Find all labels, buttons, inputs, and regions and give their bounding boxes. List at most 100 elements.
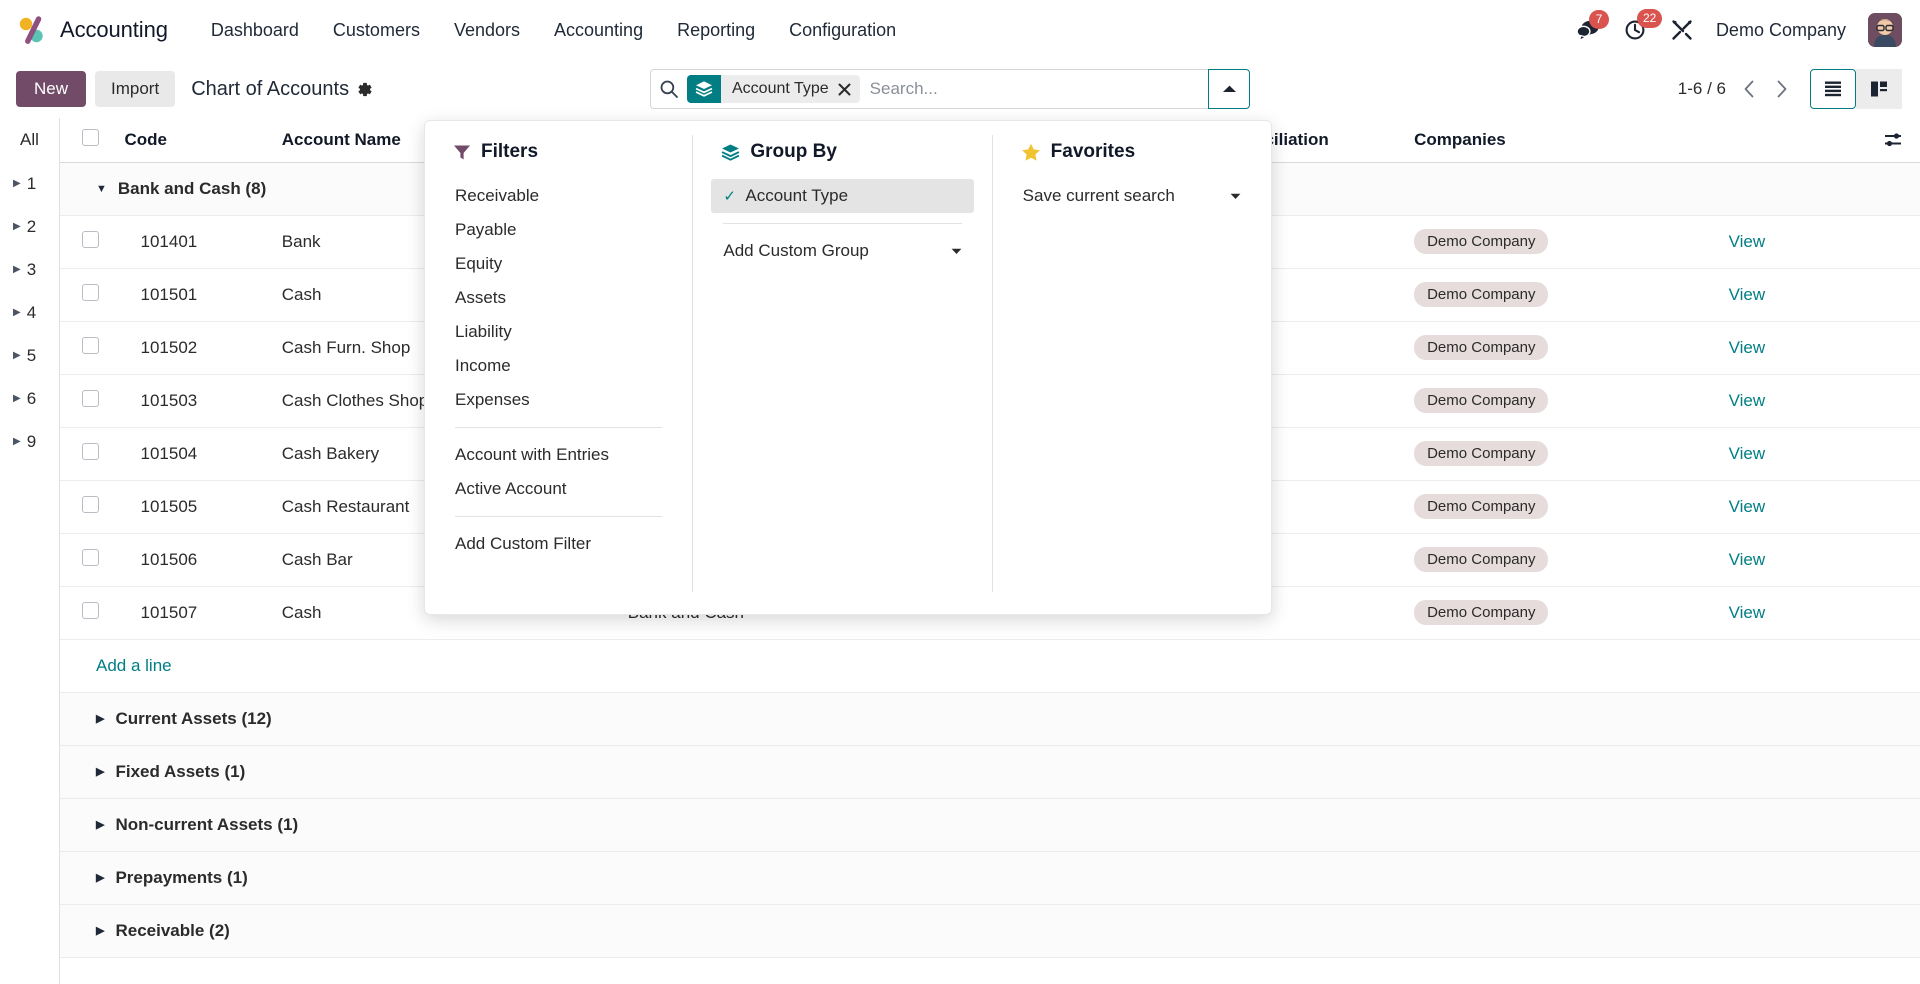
search-input[interactable] <box>868 79 1200 99</box>
import-button[interactable]: Import <box>95 71 175 107</box>
sidebar-item-all[interactable]: All <box>0 118 59 162</box>
view-link[interactable]: View <box>1729 444 1766 463</box>
filter-item-receivable[interactable]: Receivable <box>443 179 674 213</box>
optional-columns-button[interactable] <box>1865 118 1920 162</box>
company-tag: Demo Company <box>1414 494 1548 519</box>
row-checkbox[interactable] <box>82 337 99 354</box>
triangle-right-icon: ▶ <box>13 178 21 189</box>
facet-label: Account Type <box>721 75 860 103</box>
add-custom-group-dropdown[interactable]: Add Custom Group <box>711 234 973 268</box>
control-panel: New Import Chart of Accounts <box>0 60 1920 118</box>
column-header-code[interactable]: Code <box>115 118 272 162</box>
group-label: Current Assets (12) <box>115 709 271 729</box>
save-current-search-dropdown[interactable]: Save current search <box>1011 179 1253 213</box>
company-switcher[interactable]: Demo Company <box>1716 20 1846 41</box>
menu-item-vendors[interactable]: Vendors <box>437 12 537 49</box>
chevron-up-icon <box>1222 84 1237 94</box>
row-checkbox[interactable] <box>82 602 99 619</box>
filter-item-payable[interactable]: Payable <box>443 213 674 247</box>
group-row-current-assets[interactable]: ▶ Current Assets (12) <box>60 692 1920 745</box>
navbar-right-tools: 7 22 Demo Company <box>1576 13 1902 47</box>
row-checkbox[interactable] <box>82 284 99 301</box>
pager-next-button[interactable] <box>1772 78 1792 100</box>
view-link[interactable]: View <box>1729 285 1766 304</box>
kanban-view-button[interactable] <box>1856 69 1902 109</box>
messages-button[interactable]: 7 <box>1576 19 1602 41</box>
add-a-line-button[interactable]: Add a line <box>70 656 172 675</box>
cell-action: View <box>1719 268 1866 321</box>
developer-tools-button[interactable] <box>1670 18 1694 42</box>
row-checkbox[interactable] <box>82 443 99 460</box>
sidebar-item-5[interactable]: ▶ 5 <box>0 334 59 377</box>
activities-button[interactable]: 22 <box>1624 18 1648 42</box>
sidebar-item-2[interactable]: ▶ 2 <box>0 205 59 248</box>
group-row-receivable[interactable]: ▶ Receivable (2) <box>60 904 1920 957</box>
tools-icon <box>1670 18 1694 42</box>
gear-icon[interactable] <box>356 81 373 98</box>
add-line-row[interactable]: Add a line <box>60 639 1920 692</box>
cell-companies: Demo Company <box>1404 533 1719 586</box>
filter-item-liability[interactable]: Liability <box>443 315 674 349</box>
sidebar-item-9[interactable]: ▶ 9 <box>0 420 59 463</box>
pager-previous-button[interactable] <box>1739 78 1759 100</box>
menu-item-dashboard[interactable]: Dashboard <box>194 12 316 49</box>
add-custom-filter-button[interactable]: Add Custom Filter <box>443 527 674 561</box>
select-all-checkbox[interactable] <box>82 129 99 146</box>
group-row-prepayments[interactable]: ▶ Prepayments (1) <box>60 851 1920 904</box>
sidebar-item-3[interactable]: ▶ 3 <box>0 248 59 291</box>
row-checkbox[interactable] <box>82 231 99 248</box>
group-row-fixed-assets[interactable]: ▶ Fixed Assets (1) <box>60 745 1920 798</box>
cell-companies: Demo Company <box>1404 215 1719 268</box>
menu-item-reporting[interactable]: Reporting <box>660 12 772 49</box>
column-header-companies[interactable]: Companies <box>1404 118 1719 162</box>
filter-item-assets[interactable]: Assets <box>443 281 674 315</box>
new-button[interactable]: New <box>16 71 86 107</box>
star-icon <box>1021 143 1041 162</box>
row-checkbox[interactable] <box>82 390 99 407</box>
list-view-button[interactable] <box>1810 69 1856 109</box>
triangle-right-icon: ▶ <box>96 924 104 937</box>
menu-item-accounting[interactable]: Accounting <box>537 12 660 49</box>
brand-home[interactable]: Accounting <box>16 13 168 47</box>
row-checkbox[interactable] <box>82 549 99 566</box>
company-tag: Demo Company <box>1414 229 1548 254</box>
user-avatar[interactable] <box>1868 13 1902 47</box>
sidebar-item-6[interactable]: ▶ 6 <box>0 377 59 420</box>
view-link[interactable]: View <box>1729 391 1766 410</box>
view-link[interactable]: View <box>1729 497 1766 516</box>
view-link[interactable]: View <box>1729 550 1766 569</box>
search-facet-account-type[interactable]: Account Type <box>687 75 860 103</box>
facet-remove-icon[interactable] <box>838 83 851 96</box>
cell-action: View <box>1719 533 1866 586</box>
filter-item-expenses[interactable]: Expenses <box>443 383 674 417</box>
search-dropdown-toggle[interactable] <box>1208 69 1250 109</box>
search-view[interactable]: Account Type <box>650 69 1208 109</box>
group-by-item-account-type[interactable]: ✓ Account Type <box>711 179 973 213</box>
breadcrumb: Chart of Accounts <box>191 78 373 101</box>
search-area: Account Type <box>650 69 1250 109</box>
filter-item-income[interactable]: Income <box>443 349 674 383</box>
cell-spacer <box>1865 215 1920 268</box>
row-checkbox[interactable] <box>82 496 99 513</box>
cell-action: View <box>1719 215 1866 268</box>
filter-item-active-account[interactable]: Active Account <box>443 472 674 506</box>
view-link[interactable]: View <box>1729 338 1766 357</box>
menu-item-customers[interactable]: Customers <box>316 12 437 49</box>
view-link[interactable]: View <box>1729 232 1766 251</box>
group-row-cell: ▶ Non-current Assets (1) <box>60 798 1920 851</box>
filter-item-account-with-entries[interactable]: Account with Entries <box>443 438 674 472</box>
cell-code: 101502 <box>115 321 272 374</box>
sidebar-item-4[interactable]: ▶ 4 <box>0 291 59 334</box>
menu-item-configuration[interactable]: Configuration <box>772 12 913 49</box>
pager-value[interactable]: 1-6 / 6 <box>1678 79 1726 99</box>
filter-item-equity[interactable]: Equity <box>443 247 674 281</box>
cell-spacer <box>1865 321 1920 374</box>
sidebar-item-label: 1 <box>27 174 36 194</box>
group-row-non-current-assets[interactable]: ▶ Non-current Assets (1) <box>60 798 1920 851</box>
row-select-cell <box>60 427 115 480</box>
cell-code: 101401 <box>115 215 272 268</box>
group-by-separator <box>723 223 961 224</box>
sidebar-item-1[interactable]: ▶ 1 <box>0 162 59 205</box>
cell-companies: Demo Company <box>1404 268 1719 321</box>
view-link[interactable]: View <box>1729 603 1766 622</box>
